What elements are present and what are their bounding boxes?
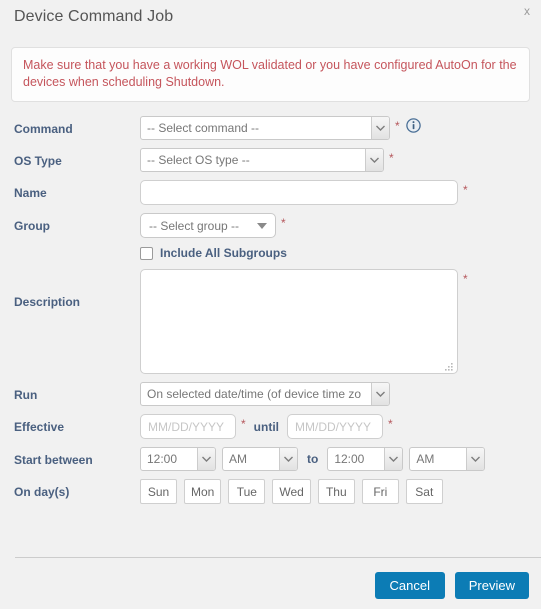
chevron-down-icon — [384, 448, 403, 470]
form-row-os-type: OS Type -- Select OS type -- * — [14, 148, 541, 172]
name-required-marker: * — [463, 183, 468, 197]
os-type-select-value: -- Select OS type -- — [147, 153, 250, 167]
start-from-meridiem-value: AM — [229, 452, 247, 466]
day-button-sun[interactable]: Sun — [140, 479, 177, 504]
effective-label: Effective — [14, 420, 65, 434]
start-to-meridiem-value: AM — [416, 452, 435, 466]
chevron-down-icon — [279, 448, 297, 470]
effective-until-date-input[interactable] — [287, 414, 383, 439]
run-select-value: On selected date/time (of device time zo — [147, 387, 362, 401]
start-to-time-value: 12:00 — [334, 452, 365, 466]
description-textarea[interactable] — [140, 269, 458, 374]
to-label: to — [307, 452, 319, 466]
preview-button[interactable]: Preview — [454, 572, 529, 599]
start-from-meridiem-select[interactable]: AM — [222, 447, 298, 471]
start-from-time-select[interactable]: 12:00 — [140, 447, 216, 471]
day-button-tue[interactable]: Tue — [228, 479, 266, 504]
group-select[interactable]: -- Select group -- — [140, 213, 276, 238]
description-required-marker: * — [463, 272, 468, 286]
command-select[interactable]: -- Select command -- — [140, 116, 390, 140]
os-type-control-group: -- Select OS type -- * — [140, 148, 394, 172]
os-type-label: OS Type — [14, 154, 62, 168]
page-title: Device Command Job — [14, 8, 174, 25]
start-to-time-select[interactable]: 12:00 — [327, 447, 404, 471]
description-textarea-wrapper — [140, 269, 458, 374]
on-days-label: On day(s) — [14, 485, 70, 499]
form-row-command: Command -- Select command -- * — [14, 116, 541, 140]
form-row-name: Name * — [14, 180, 541, 205]
description-label: Description — [14, 295, 81, 309]
day-button-mon[interactable]: Mon — [184, 479, 222, 504]
chevron-down-icon — [365, 149, 383, 171]
name-label: Name — [14, 186, 47, 200]
day-button-sat[interactable]: Sat — [405, 479, 443, 504]
footer-divider — [15, 557, 541, 558]
chevron-down-icon — [197, 448, 215, 470]
include-subgroups-row[interactable]: Include All Subgroups — [140, 246, 541, 260]
triangle-down-icon — [257, 222, 267, 229]
group-required-marker: * — [281, 216, 286, 230]
command-label: Command — [14, 122, 73, 136]
description-control-group: * — [140, 269, 468, 374]
include-subgroups-label: Include All Subgroups — [160, 246, 287, 260]
form-row-group: Group -- Select group -- * — [14, 213, 541, 238]
include-subgroups-checkbox[interactable] — [140, 246, 153, 260]
run-select[interactable]: On selected date/time (of device time zo — [140, 382, 390, 406]
start-to-meridiem-select[interactable]: AM — [409, 447, 486, 471]
command-required-marker: * — [395, 119, 400, 133]
group-select-value: -- Select group -- — [149, 218, 240, 233]
command-control-group: -- Select command -- * — [140, 116, 421, 140]
form-row-description: Description * — [14, 269, 541, 374]
effective-until-required-marker: * — [388, 417, 393, 431]
info-circle-icon[interactable] — [405, 118, 421, 133]
effective-from-date-input[interactable] — [140, 414, 236, 439]
start-between-control-group: 12:00 AM to 12:00 AM — [140, 447, 486, 471]
cancel-button[interactable]: Cancel — [374, 572, 445, 599]
start-from-time-value: 12:00 — [147, 452, 178, 466]
effective-from-required-marker: * — [241, 417, 246, 431]
dialog-footer: Cancel Preview — [0, 572, 541, 599]
command-select-value: -- Select command -- — [147, 121, 260, 135]
on-days-button-group: Sun Mon Tue Wed Thu Fri Sat — [140, 479, 450, 504]
chevron-down-icon — [466, 448, 485, 470]
group-label: Group — [14, 219, 50, 233]
start-between-label: Start between — [14, 453, 93, 467]
chevron-down-icon — [371, 117, 389, 139]
dialog-titlebar: Device Command Job x — [0, 0, 541, 36]
os-type-required-marker: * — [389, 151, 394, 165]
warning-banner: Make sure that you have a working WOL va… — [11, 47, 530, 102]
group-control-group: -- Select group -- * — [140, 213, 286, 238]
day-button-thu[interactable]: Thu — [317, 479, 355, 504]
form-row-on-days: On day(s) Sun Mon Tue Wed Thu Fri Sat — [14, 479, 541, 504]
day-button-fri[interactable]: Fri — [361, 479, 399, 504]
run-label: Run — [14, 388, 38, 402]
name-control-group: * — [140, 180, 468, 205]
device-command-job-form: Command -- Select command -- * OS Type -… — [0, 116, 541, 504]
day-button-wed[interactable]: Wed — [272, 479, 311, 504]
close-icon[interactable]: x — [524, 4, 530, 18]
run-control-group: On selected date/time (of device time zo — [140, 382, 390, 406]
chevron-down-icon — [371, 383, 389, 405]
name-input[interactable] — [140, 180, 458, 205]
form-row-run: Run On selected date/time (of device tim… — [14, 382, 541, 406]
os-type-select[interactable]: -- Select OS type -- — [140, 148, 384, 172]
effective-control-group: * until * — [140, 414, 393, 439]
until-label: until — [253, 419, 279, 434]
form-row-effective: Effective * until * — [14, 414, 541, 439]
form-row-start-between: Start between 12:00 AM to 12:00 AM — [14, 447, 541, 471]
